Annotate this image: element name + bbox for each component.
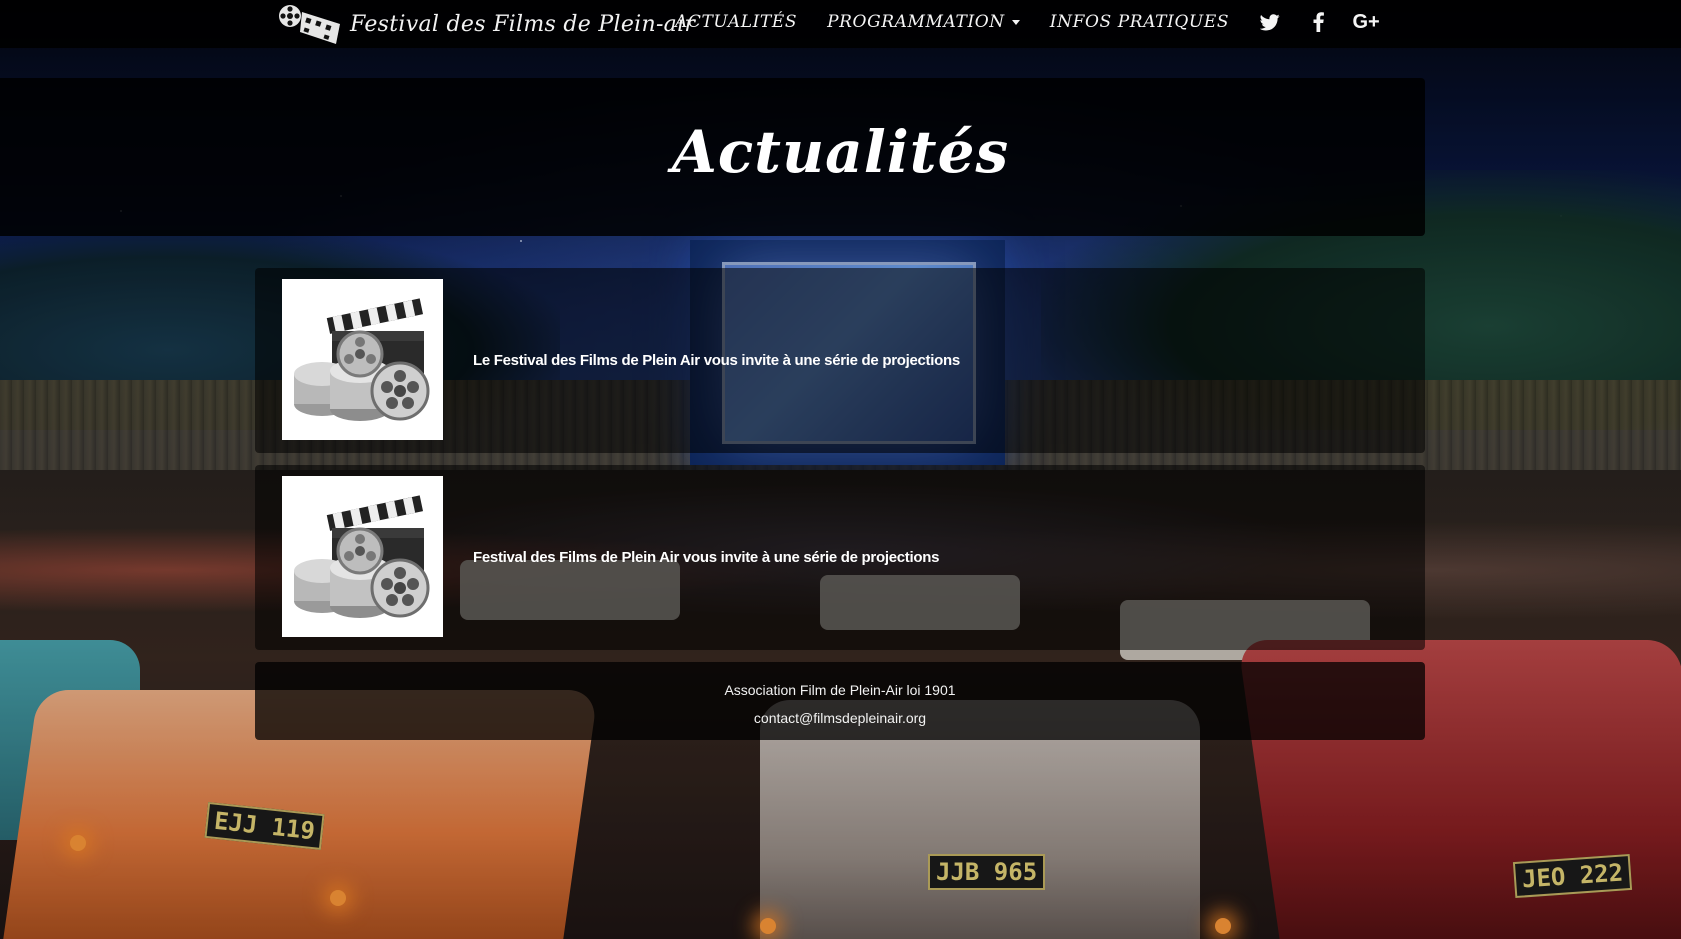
- social-links: G+: [1259, 10, 1380, 33]
- film-clapper-reels-icon: [294, 298, 430, 421]
- top-navbar: Festival des Films de Plein-air ACTUALIT…: [0, 0, 1681, 48]
- nav-infos-pratiques[interactable]: INFOS PRATIQUES: [1050, 12, 1229, 32]
- google-plus-glyph: G+: [1352, 10, 1380, 33]
- news-thumbnail[interactable]: [282, 476, 443, 637]
- nav-actualites[interactable]: ACTUALITÉS: [675, 12, 797, 32]
- page-title: Actualités: [671, 118, 1010, 186]
- film-reel-clapper-logo-icon: [279, 5, 340, 44]
- chevron-down-icon: [1011, 20, 1020, 25]
- news-card[interactable]: Le Festival des Films de Plein Air vous …: [255, 268, 1425, 453]
- news-card[interactable]: Festival des Films de Plein Air vous inv…: [255, 465, 1425, 650]
- nav-programmation-label: PROGRAMMATION: [827, 12, 1005, 32]
- main-nav: ACTUALITÉS PROGRAMMATION INFOS PRATIQUES…: [675, 0, 1380, 44]
- footer-contact-email[interactable]: contact@filmsdepleinair.org: [255, 710, 1425, 726]
- google-plus-icon[interactable]: G+: [1352, 10, 1380, 33]
- film-clapper-reels-icon: [294, 495, 430, 618]
- news-title-link[interactable]: Festival des Films de Plein Air vous inv…: [473, 465, 939, 650]
- footer-association: Association Film de Plein-Air loi 1901: [724, 682, 956, 698]
- nav-programmation-dropdown[interactable]: PROGRAMMATION: [827, 12, 1020, 32]
- news-thumbnail[interactable]: [282, 279, 443, 440]
- brand-link[interactable]: Festival des Films de Plein-air: [274, 0, 695, 48]
- brand-title: Festival des Films de Plein-air: [350, 11, 696, 37]
- twitter-icon[interactable]: [1259, 11, 1281, 33]
- facebook-icon[interactable]: [1307, 11, 1329, 33]
- footer: Association Film de Plein-Air loi 1901 c…: [255, 662, 1425, 740]
- news-title-link[interactable]: Le Festival des Films de Plein Air vous …: [473, 268, 960, 453]
